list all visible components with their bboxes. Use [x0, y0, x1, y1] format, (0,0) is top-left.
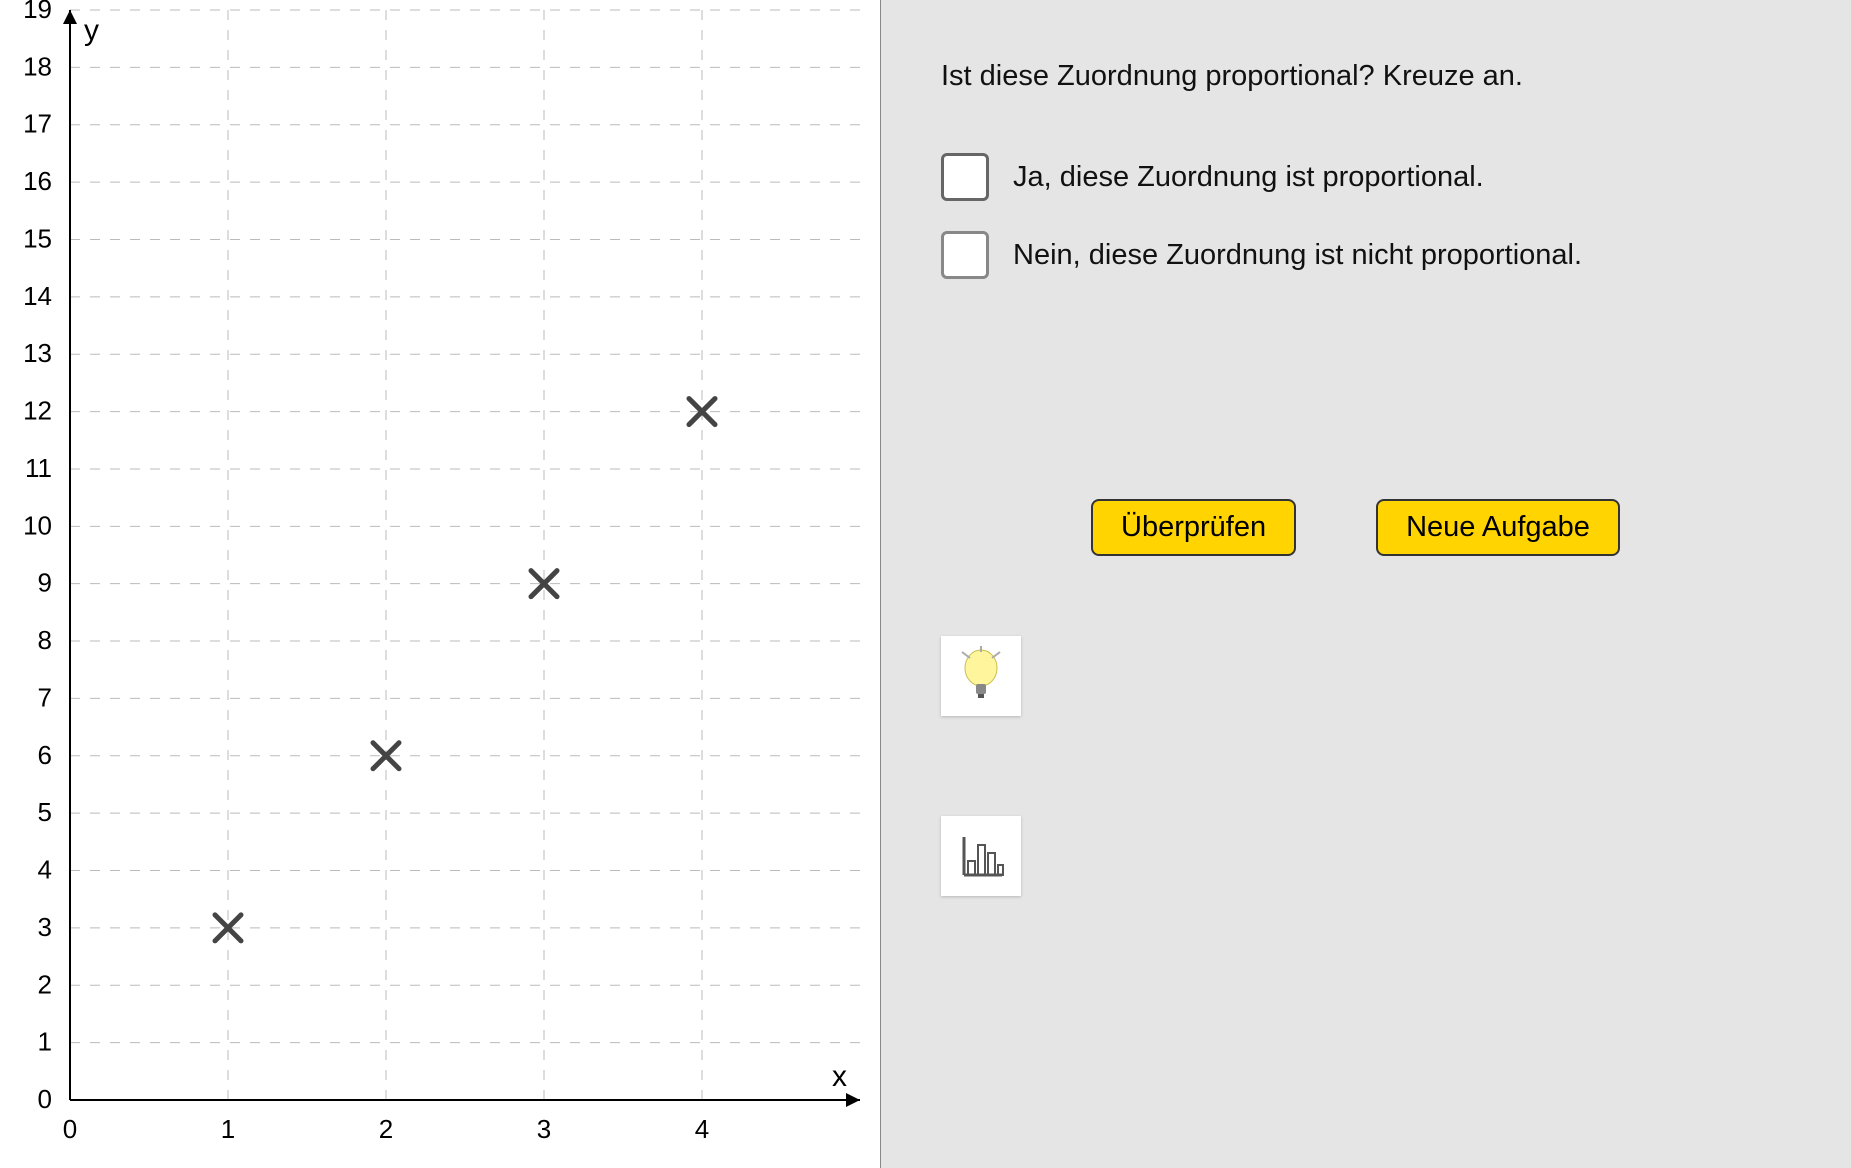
svg-text:x: x [832, 1060, 847, 1093]
svg-text:y: y [84, 14, 99, 47]
svg-text:4: 4 [38, 855, 52, 885]
svg-text:15: 15 [23, 223, 52, 253]
svg-text:8: 8 [38, 625, 52, 655]
svg-text:13: 13 [23, 338, 52, 368]
lightbulb-icon [956, 646, 1006, 706]
svg-text:3: 3 [537, 1114, 551, 1144]
svg-text:2: 2 [379, 1114, 393, 1144]
question-text: Ist diese Zuordnung proportional? Kreuze… [941, 60, 1811, 93]
button-row: Überprüfen Neue Aufgabe [1091, 499, 1811, 556]
svg-text:19: 19 [23, 0, 52, 24]
svg-text:11: 11 [25, 453, 52, 483]
svg-text:10: 10 [23, 510, 52, 540]
scatter-plot: 01234567891011121314151617181901234xy [0, 0, 880, 1168]
svg-text:16: 16 [23, 166, 52, 196]
svg-text:3: 3 [38, 912, 52, 942]
option-yes-label: Ja, diese Zuordnung ist proportional. [1013, 161, 1484, 194]
svg-text:4: 4 [695, 1114, 709, 1144]
svg-text:14: 14 [23, 281, 52, 311]
bar-chart-icon [956, 831, 1006, 881]
svg-text:18: 18 [23, 51, 52, 81]
check-button[interactable]: Überprüfen [1091, 499, 1296, 556]
stats-button[interactable] [941, 816, 1021, 896]
svg-text:17: 17 [23, 109, 52, 139]
svg-text:0: 0 [63, 1114, 77, 1144]
hint-button[interactable] [941, 636, 1021, 716]
new-task-button[interactable]: Neue Aufgabe [1376, 499, 1620, 556]
svg-text:1: 1 [38, 1027, 52, 1057]
chart-panel: 01234567891011121314151617181901234xy [0, 0, 880, 1168]
svg-text:5: 5 [38, 797, 52, 827]
svg-text:0: 0 [38, 1084, 52, 1114]
option-yes: Ja, diese Zuordnung ist proportional. [941, 153, 1811, 201]
svg-text:6: 6 [38, 740, 52, 770]
checkbox-no[interactable] [941, 231, 989, 279]
svg-text:9: 9 [38, 568, 52, 598]
svg-text:12: 12 [23, 396, 52, 426]
svg-text:2: 2 [38, 969, 52, 999]
option-no: Nein, diese Zuordnung ist nicht proporti… [941, 231, 1811, 279]
svg-text:7: 7 [38, 682, 52, 712]
svg-text:1: 1 [221, 1114, 235, 1144]
question-panel: Ist diese Zuordnung proportional? Kreuze… [880, 0, 1851, 1168]
checkbox-yes[interactable] [941, 153, 989, 201]
option-no-label: Nein, diese Zuordnung ist nicht proporti… [1013, 239, 1582, 272]
